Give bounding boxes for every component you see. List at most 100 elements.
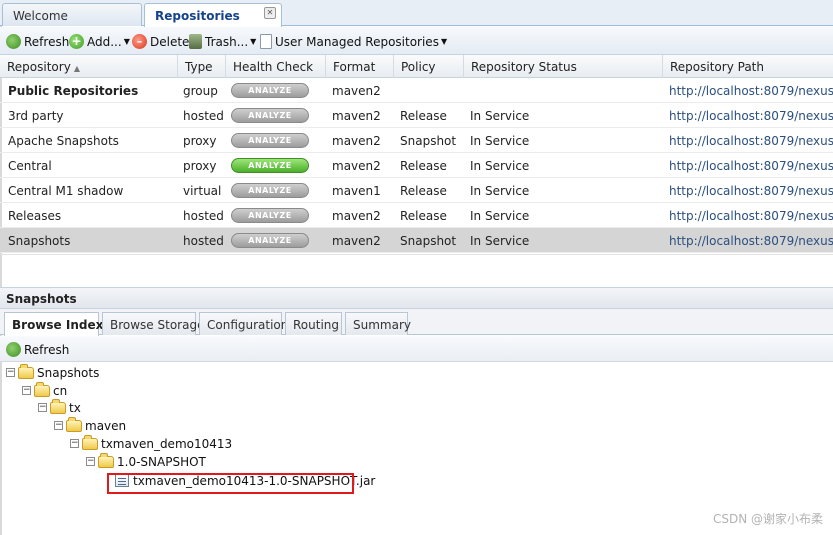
collapse-icon[interactable]: − xyxy=(38,403,47,412)
column-label: Repository Path xyxy=(670,60,764,74)
collapse-icon[interactable]: − xyxy=(86,457,95,466)
trash-button[interactable]: Trash... ▼ xyxy=(189,33,256,50)
repository-policy: Release xyxy=(400,109,447,123)
tree-node-cn[interactable]: − cn xyxy=(22,381,67,399)
chevron-down-icon: ▼ xyxy=(123,37,130,46)
chevron-down-icon: ▼ xyxy=(250,37,257,46)
repository-type: virtual xyxy=(183,184,222,198)
analyze-button[interactable]: ANALYZE xyxy=(231,183,309,198)
tree-node-tx[interactable]: − tx xyxy=(38,398,81,416)
tree-node-snapshots[interactable]: − Snapshots xyxy=(6,363,100,381)
delete-button[interactable]: – Delete xyxy=(132,33,189,50)
tab-repositories-label: Repositories xyxy=(155,9,240,23)
table-row[interactable]: Releases hosted ANALYZE maven2 Release I… xyxy=(0,203,833,228)
tab-repositories[interactable]: Repositories ✕ xyxy=(144,3,282,27)
analyze-button[interactable]: ANALYZE xyxy=(231,158,309,173)
refresh-index-button[interactable]: Refresh xyxy=(6,341,69,358)
repository-type: group xyxy=(183,84,218,98)
repository-status: In Service xyxy=(470,109,530,123)
tab-welcome[interactable]: Welcome xyxy=(2,3,142,26)
analyze-button[interactable]: ANALYZE xyxy=(231,133,309,148)
tree-node-maven[interactable]: − maven xyxy=(54,416,126,434)
analyze-button[interactable]: ANALYZE xyxy=(231,208,309,223)
sort-ascending-icon: ▲ xyxy=(73,64,80,73)
repository-path-link[interactable]: http://localhost:8079/nexus/conte xyxy=(662,128,833,153)
column-header-repository-path[interactable]: Repository Path xyxy=(663,55,833,78)
collapse-icon[interactable]: − xyxy=(70,439,79,448)
tab-configuration[interactable]: Configuration xyxy=(199,312,288,335)
column-header-policy[interactable]: Policy xyxy=(394,55,464,78)
watermark: CSDN @谢家小布柔 xyxy=(712,512,823,526)
tree-node-label: tx xyxy=(69,400,81,415)
repositories-toolbar: Refresh + Add... ▼ – Delete Trash... ▼ U… xyxy=(0,27,833,55)
table-row[interactable]: Apache Snapshots proxy ANALYZE maven2 Sn… xyxy=(0,128,833,153)
column-header-repository[interactable]: Repository ▲ xyxy=(0,55,178,78)
column-header-format[interactable]: Format xyxy=(326,55,394,78)
trash-label: Trash... xyxy=(205,34,249,49)
chevron-down-icon: ▼ xyxy=(440,37,448,46)
tab-routing[interactable]: Routing xyxy=(285,312,342,335)
repository-format: maven2 xyxy=(332,134,381,148)
tab-label: Browse Storage xyxy=(110,318,205,332)
folder-open-icon xyxy=(34,381,50,397)
column-label: Policy xyxy=(401,60,436,74)
collapse-icon[interactable]: − xyxy=(54,421,63,430)
repository-format: maven2 xyxy=(332,209,381,223)
delete-label: Delete xyxy=(150,34,190,49)
refresh-label: Refresh xyxy=(24,342,70,357)
table-row-selected[interactable]: Snapshots hosted ANALYZE maven2 Snapshot… xyxy=(0,228,833,253)
tab-summary[interactable]: Summary xyxy=(345,312,411,335)
repository-name: Apache Snapshots xyxy=(8,134,119,148)
repository-path-link[interactable]: http://localhost:8079/nexus/conte xyxy=(662,203,833,228)
add-button[interactable]: + Add... ▼ xyxy=(69,33,130,50)
tree-node-txmaven-demo[interactable]: − txmaven_demo10413 xyxy=(70,434,232,452)
repository-path-link[interactable]: http://localhost:8079/nexus/conte xyxy=(662,178,833,203)
repository-status: In Service xyxy=(470,234,530,248)
tab-label: Routing xyxy=(293,318,340,332)
tree-node-label: 1.0-SNAPSHOT xyxy=(117,454,206,469)
repository-status: In Service xyxy=(470,184,530,198)
repository-path-link[interactable]: http://localhost:8079/nexus/conte xyxy=(662,103,833,128)
column-header-health-check[interactable]: Health Check xyxy=(226,55,326,78)
table-row[interactable]: Public Repositories group ANALYZE maven2… xyxy=(0,78,833,103)
tab-welcome-label: Welcome xyxy=(13,9,68,23)
repository-type: proxy xyxy=(183,159,217,173)
collapse-icon[interactable]: − xyxy=(6,368,15,377)
table-row[interactable]: Central M1 shadow virtual ANALYZE maven1… xyxy=(0,178,833,203)
repository-path-link[interactable]: http://localhost:8079/nexus/conte xyxy=(662,78,833,103)
grid-header: Repository ▲ Type Health Check Format Pol… xyxy=(0,55,833,78)
repository-name: Public Repositories xyxy=(8,84,139,98)
repository-format: maven1 xyxy=(332,184,381,198)
repository-policy: Snapshot xyxy=(400,134,457,148)
table-row[interactable]: 3rd party hosted ANALYZE maven2 Release … xyxy=(0,103,833,128)
analyze-button[interactable]: ANALYZE xyxy=(231,233,309,248)
tab-browse-storage[interactable]: Browse Storage xyxy=(102,312,204,335)
repository-path-link[interactable]: http://localhost:8079/nexus/conte xyxy=(662,228,833,253)
repository-status xyxy=(463,78,662,103)
user-managed-repositories-button[interactable]: User Managed Repositories ▼ xyxy=(260,33,447,50)
folder-open-icon xyxy=(18,363,34,379)
column-label: Repository Status xyxy=(471,60,577,74)
tab-browse-index[interactable]: Browse Index xyxy=(4,312,103,336)
repository-format: maven2 xyxy=(332,84,381,98)
refresh-button[interactable]: Refresh xyxy=(6,33,69,50)
repository-format: maven2 xyxy=(332,109,381,123)
column-label: Format xyxy=(333,60,376,74)
collapse-icon[interactable]: − xyxy=(22,386,31,395)
tree-node-label: Snapshots xyxy=(37,365,100,380)
folder-open-icon xyxy=(98,452,114,468)
tree-node-version[interactable]: − 1.0-SNAPSHOT xyxy=(86,452,206,470)
browse-index-tree: − Snapshots − cn − tx − maven − txmaven_… xyxy=(0,363,833,535)
column-label: Type xyxy=(185,60,213,74)
column-header-type[interactable]: Type xyxy=(178,55,226,78)
repositories-grid: Repository ▲ Type Health Check Format Pol… xyxy=(0,55,833,255)
analyze-button[interactable]: ANALYZE xyxy=(231,83,309,98)
repository-path-link[interactable]: http://localhost:8079/nexus/conte xyxy=(662,153,833,178)
repository-type: hosted xyxy=(183,209,224,223)
analyze-button[interactable]: ANALYZE xyxy=(231,108,309,123)
grid-empty-area xyxy=(0,254,833,279)
table-row[interactable]: Central proxy ANALYZE maven2 Release In … xyxy=(0,153,833,178)
column-header-repository-status[interactable]: Repository Status xyxy=(464,55,663,78)
folder-open-icon xyxy=(66,416,82,432)
close-icon[interactable]: ✕ xyxy=(264,7,276,19)
